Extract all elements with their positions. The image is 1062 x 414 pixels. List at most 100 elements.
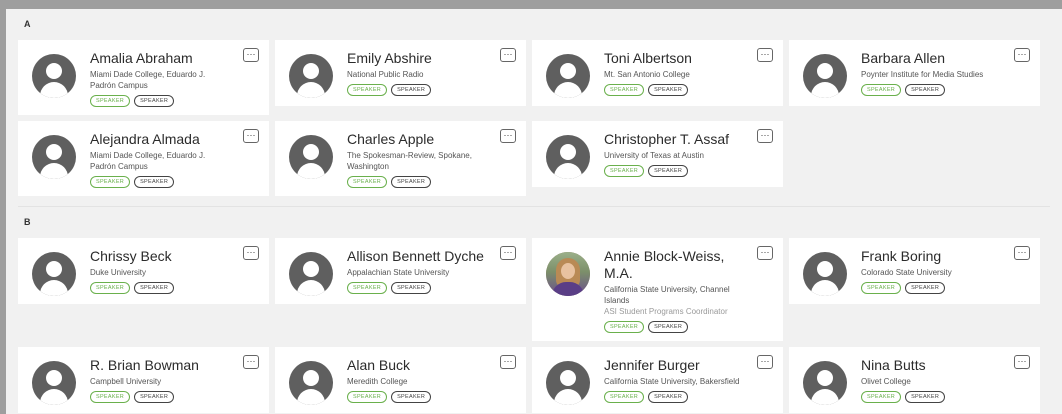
speaker-tags: SPEAKER SPEAKER [90, 391, 231, 403]
speaker-badge-green: SPEAKER [347, 176, 388, 188]
speaker-name[interactable]: Emily Abshire [347, 50, 488, 67]
speaker-info: Allison Bennett Dyche Appalachian State U… [347, 246, 518, 294]
speaker-badge-green: SPEAKER [347, 282, 388, 294]
speaker-card[interactable]: R. Brian Bowman Campbell University SPEAKE… [18, 347, 269, 413]
speaker-badge-green: SPEAKER [347, 84, 388, 96]
speaker-card[interactable]: Amalia Abraham Miami Dade College, Eduard… [18, 40, 269, 115]
sections-container: A Amalia Abraham Miami Dade College, Eduar… [6, 9, 1062, 413]
speaker-name[interactable]: Christopher T. Assaf [604, 131, 745, 148]
speaker-name[interactable]: R. Brian Bowman [90, 357, 231, 374]
section-b: B Chrissy Beck Duke University SPEAKER SPEAK… [6, 206, 1062, 413]
default-avatar-icon[interactable] [289, 135, 333, 179]
default-avatar-icon[interactable] [32, 54, 76, 98]
speaker-badge-green: SPEAKER [861, 84, 902, 96]
speaker-card[interactable]: Charles Apple The Spokesman-Review, Spoka… [275, 121, 526, 196]
more-options-button[interactable]: ··· [500, 129, 516, 143]
speaker-organization: Appalachian State University [347, 268, 450, 277]
speaker-badge: SPEAKER [391, 84, 432, 96]
speaker-name[interactable]: Annie Block-Weiss, M.A. [604, 248, 745, 282]
default-avatar-icon[interactable] [32, 135, 76, 179]
speaker-tags: SPEAKER SPEAKER [90, 95, 231, 107]
speaker-badge: SPEAKER [391, 282, 432, 294]
speaker-organization: National Public Radio [347, 70, 424, 79]
speaker-organization: Olivet College [861, 377, 911, 386]
speaker-card[interactable]: Emily Abshire National Public Radio SPEAKE… [275, 40, 526, 106]
default-avatar-icon[interactable] [32, 361, 76, 405]
speaker-badge-green: SPEAKER [604, 321, 645, 333]
speaker-name[interactable]: Nina Butts [861, 357, 1002, 374]
speaker-card[interactable]: Toni Albertson Mt. San Antonio College SPE… [532, 40, 783, 106]
more-options-button[interactable]: ··· [500, 355, 516, 369]
speaker-name[interactable]: Allison Bennett Dyche [347, 248, 488, 265]
default-avatar-icon[interactable] [546, 135, 590, 179]
speaker-badge-green: SPEAKER [90, 176, 131, 188]
speaker-card[interactable]: Frank Boring Colorado State University SPE… [789, 238, 1040, 304]
speaker-badge-green: SPEAKER [861, 391, 902, 403]
speaker-card[interactable]: Chrissy Beck Duke University SPEAKER SPEAKE… [18, 238, 269, 304]
speaker-info: Emily Abshire National Public Radio SPEAKE… [347, 48, 518, 96]
speaker-card[interactable]: Alejandra Almada Miami Dade College, Edua… [18, 121, 269, 196]
more-options-button[interactable]: ··· [1014, 48, 1030, 62]
default-avatar-icon[interactable] [803, 361, 847, 405]
speaker-info: Jennifer Burger California State Universi… [604, 355, 775, 403]
speaker-info: Annie Block-Weiss, M.A. California State … [604, 246, 775, 333]
default-avatar-icon[interactable] [546, 361, 590, 405]
speaker-card[interactable]: Barbara Allen Poynter Institute for Media… [789, 40, 1040, 106]
speaker-info: Chrissy Beck Duke University SPEAKER SPEAKE… [90, 246, 261, 294]
more-options-button[interactable]: ··· [757, 246, 773, 260]
speaker-tags: SPEAKER SPEAKER [861, 391, 1002, 403]
speaker-badge: SPEAKER [391, 176, 432, 188]
more-options-button[interactable]: ··· [757, 355, 773, 369]
speaker-card[interactable]: Alan Buck Meredith College SPEAKER SPEAKER ·… [275, 347, 526, 413]
default-avatar-icon[interactable] [803, 252, 847, 296]
speaker-organization: The Spokesman-Review, Spokane, Washingto… [347, 151, 472, 171]
default-avatar-icon[interactable] [32, 252, 76, 296]
speaker-info: Barbara Allen Poynter Institute for Media… [861, 48, 1032, 96]
speaker-name[interactable]: Barbara Allen [861, 50, 1002, 67]
speaker-name[interactable]: Alejandra Almada [90, 131, 231, 148]
more-options-button[interactable]: ··· [500, 246, 516, 260]
speaker-tags: SPEAKER SPEAKER [90, 176, 231, 188]
more-options-button[interactable]: ··· [757, 129, 773, 143]
more-options-button[interactable]: ··· [243, 48, 259, 62]
speaker-name[interactable]: Alan Buck [347, 357, 488, 374]
speaker-card[interactable]: Nina Butts Olivet College SPEAKER SPEAKER ··… [789, 347, 1040, 413]
speaker-directory: A Amalia Abraham Miami Dade College, Eduar… [6, 9, 1062, 414]
speaker-badge-green: SPEAKER [90, 282, 131, 294]
speaker-tags: SPEAKER SPEAKER [861, 282, 1002, 294]
speaker-card[interactable]: Annie Block-Weiss, M.A. California State … [532, 238, 783, 341]
more-options-button[interactable]: ··· [757, 48, 773, 62]
speaker-badge: SPEAKER [648, 321, 689, 333]
speaker-name[interactable]: Toni Albertson [604, 50, 745, 67]
speaker-info: Frank Boring Colorado State University SPE… [861, 246, 1032, 294]
speaker-name[interactable]: Amalia Abraham [90, 50, 231, 67]
default-avatar-icon[interactable] [289, 361, 333, 405]
speaker-badge-green: SPEAKER [861, 282, 902, 294]
more-options-button[interactable]: ··· [243, 355, 259, 369]
speaker-name[interactable]: Chrissy Beck [90, 248, 231, 265]
speaker-card[interactable]: Christopher T. Assaf University of Texas … [532, 121, 783, 187]
speaker-card[interactable]: Allison Bennett Dyche Appalachian State U… [275, 238, 526, 304]
speaker-badge: SPEAKER [905, 391, 946, 403]
more-options-button[interactable]: ··· [243, 129, 259, 143]
speaker-name[interactable]: Jennifer Burger [604, 357, 745, 374]
more-options-button[interactable]: ··· [1014, 355, 1030, 369]
speaker-badge-green: SPEAKER [604, 391, 645, 403]
speaker-name[interactable]: Charles Apple [347, 131, 488, 148]
more-options-button[interactable]: ··· [500, 48, 516, 62]
default-avatar-icon[interactable] [289, 54, 333, 98]
speaker-info: Charles Apple The Spokesman-Review, Spoka… [347, 129, 518, 188]
more-options-button[interactable]: ··· [1014, 246, 1030, 260]
speaker-tags: SPEAKER SPEAKER [347, 176, 488, 188]
speaker-badge-green: SPEAKER [90, 391, 131, 403]
speaker-info: Amalia Abraham Miami Dade College, Eduard… [90, 48, 261, 107]
speaker-info: R. Brian Bowman Campbell University SPEAKE… [90, 355, 261, 403]
default-avatar-icon[interactable] [289, 252, 333, 296]
speaker-name[interactable]: Frank Boring [861, 248, 1002, 265]
avatar-photo[interactable] [546, 252, 590, 296]
speaker-role: ASI Student Programs Coordinator [604, 307, 728, 316]
more-options-button[interactable]: ··· [243, 246, 259, 260]
speaker-card[interactable]: Jennifer Burger California State Universi… [532, 347, 783, 413]
default-avatar-icon[interactable] [803, 54, 847, 98]
default-avatar-icon[interactable] [546, 54, 590, 98]
